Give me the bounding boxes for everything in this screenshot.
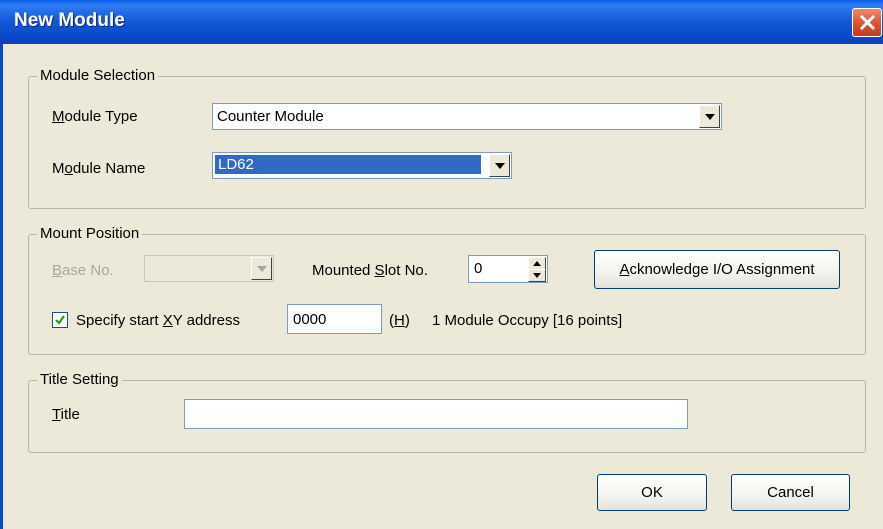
cancel-button[interactable]: Cancel	[731, 474, 850, 511]
ok-label: OK	[641, 484, 663, 501]
chevron-down-icon	[257, 266, 267, 272]
close-button[interactable]	[852, 8, 882, 37]
mount-position-legend: Mount Position	[37, 225, 143, 242]
dialog-title: New Module	[14, 10, 125, 31]
module-name-value: LD62	[215, 155, 481, 174]
module-type-dropdown-button[interactable]	[699, 105, 720, 128]
base-no-dropdown-button[interactable]	[251, 257, 272, 280]
module-selection-group: Module Selection	[28, 67, 866, 209]
spin-down-button[interactable]	[528, 269, 546, 282]
acknowledge-io-button[interactable]: Acknowledge I/O Assignment	[594, 250, 840, 289]
mounted-slot-value: 0	[474, 260, 483, 277]
arrow-down-icon	[533, 273, 541, 278]
close-icon	[859, 14, 876, 31]
arrow-up-icon	[533, 261, 541, 266]
module-type-select[interactable]: Counter Module	[212, 103, 722, 130]
ok-button[interactable]: OK	[597, 474, 707, 511]
start-address-input[interactable]: 0000	[287, 304, 382, 334]
new-module-dialog: New Module Module Selection Module Type …	[0, 0, 883, 529]
title-label: Title	[52, 406, 80, 423]
mounted-slot-spinner[interactable]: 0	[468, 255, 548, 283]
title-setting-legend: Title Setting	[37, 371, 122, 388]
module-name-label: Module Name	[52, 160, 146, 177]
chevron-down-icon	[705, 114, 715, 120]
chevron-down-icon	[495, 163, 505, 169]
module-type-label: Module Type	[52, 108, 138, 125]
start-address-value: 0000	[293, 311, 327, 328]
title-bar[interactable]: New Module	[0, 0, 883, 44]
module-name-select[interactable]: LD62	[212, 152, 512, 179]
acknowledge-io-label: Acknowledge I/O Assignment	[619, 261, 815, 278]
specify-start-checkbox[interactable]	[52, 312, 68, 328]
hex-unit-label: (H)	[389, 312, 410, 329]
specify-start-label[interactable]: Specify start XY address	[76, 312, 240, 329]
cancel-label: Cancel	[767, 484, 814, 501]
module-name-dropdown-button[interactable]	[489, 154, 510, 177]
window-border	[0, 44, 3, 529]
title-input[interactable]	[184, 399, 688, 429]
base-no-label: Base No.	[52, 262, 114, 279]
occupy-text: 1 Module Occupy [16 points]	[432, 312, 623, 329]
checkmark-icon	[55, 315, 65, 325]
module-selection-legend: Module Selection	[37, 67, 159, 84]
base-no-select[interactable]	[144, 255, 274, 282]
module-type-value: Counter Module	[217, 108, 324, 125]
mounted-slot-label: Mounted Slot No.	[312, 262, 428, 279]
